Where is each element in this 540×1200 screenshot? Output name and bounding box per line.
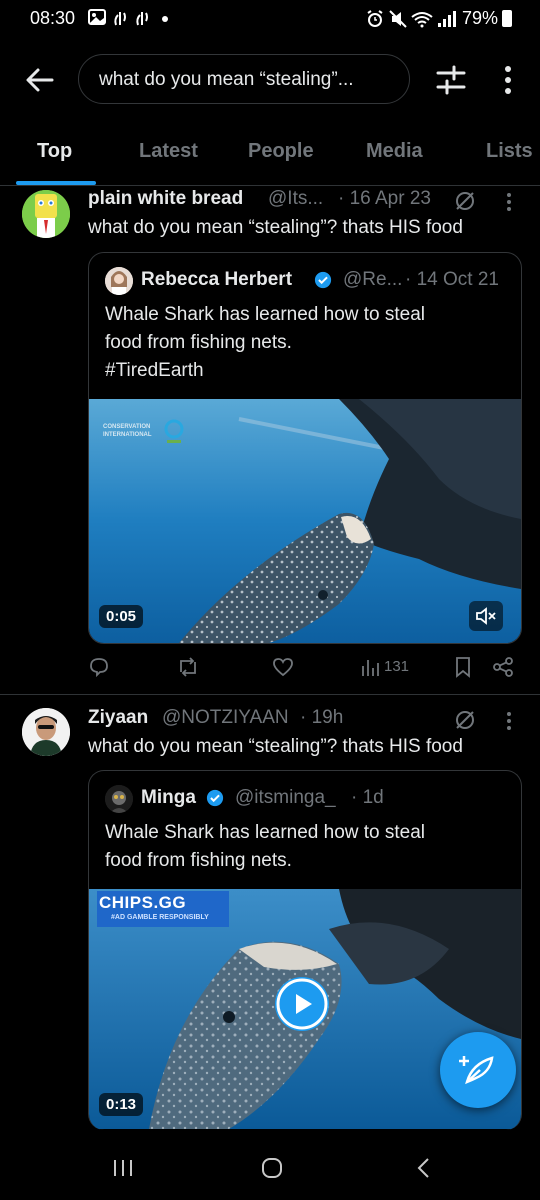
tweet-author-handle[interactable]: @Its...: [268, 188, 323, 210]
retweet-button[interactable]: [176, 656, 200, 682]
more-vertical-icon: [507, 193, 511, 211]
tweet-date[interactable]: · 16 Apr 23: [338, 188, 431, 210]
tab-divider: [0, 185, 540, 186]
quote-avatar: [105, 785, 133, 813]
avatar[interactable]: [22, 708, 70, 756]
quote-text-line: food from fishing nets.: [105, 850, 292, 871]
quote-avatar: [105, 267, 133, 295]
sponsor-disclaimer: #AD GAMBLE RESPONSIBLY: [111, 914, 209, 921]
tweet-divider: [0, 694, 540, 695]
bookmark-button[interactable]: [454, 656, 472, 682]
tab-lists[interactable]: Lists: [486, 140, 533, 163]
quote-author-name: Rebecca Herbert: [141, 269, 293, 290]
avatar[interactable]: [22, 190, 70, 238]
views-icon: [362, 660, 379, 676]
tab-top[interactable]: Top: [37, 140, 72, 163]
grok-icon[interactable]: [454, 190, 476, 217]
more-notifications-dot-icon: [162, 16, 168, 22]
views-count: 131: [384, 658, 410, 675]
tweet-author-handle[interactable]: @NOTZIYAAN: [162, 707, 289, 729]
tweet-text: what do you mean “stealing”? thats HIS f…: [88, 736, 463, 757]
like-button[interactable]: [272, 656, 294, 682]
avatar-image: [22, 190, 70, 238]
tweet-actions: 131: [88, 656, 522, 682]
more-options-button[interactable]: [500, 64, 516, 96]
recent-apps-button[interactable]: [112, 1158, 134, 1183]
status-bar: 08:30 79%: [0, 0, 540, 40]
system-back-button[interactable]: [414, 1156, 434, 1185]
grok-icon[interactable]: [454, 709, 476, 736]
quote-text-line: Whale Shark has learned how to steal: [105, 304, 426, 325]
home-button[interactable]: [260, 1156, 284, 1185]
notification-icon: [112, 9, 156, 31]
compose-button[interactable]: [440, 1032, 516, 1108]
quote-text-line: Whale Shark has learned how to steal: [105, 822, 426, 843]
play-icon: [276, 978, 328, 1030]
like-icon: [273, 658, 293, 677]
tweet-date[interactable]: · 19h: [300, 707, 343, 729]
battery-percent: 79%: [461, 8, 498, 28]
verified-badge-icon: [206, 789, 224, 812]
quote-author-handle: @itsminga_: [235, 787, 336, 808]
search-filter-button[interactable]: [434, 64, 468, 96]
mute-button[interactable]: [469, 601, 503, 631]
home-icon: [262, 1158, 282, 1178]
quote-date: · 1d: [351, 787, 384, 808]
gallery-notification-icon: [88, 9, 106, 29]
quote-text: Whale Shark has learned how to steal foo…: [105, 301, 425, 385]
quote-author-name: Minga: [141, 787, 196, 808]
retweet-icon: [180, 657, 196, 677]
filter-icon: [436, 65, 466, 95]
share-button[interactable]: [492, 656, 514, 682]
bookmark-icon: [456, 657, 470, 678]
more-vertical-icon: [507, 712, 511, 730]
share-icon: [493, 657, 513, 677]
quote-tweet-card[interactable]: Rebecca Herbert @Re... · 14 Oct 21 Whale…: [88, 252, 522, 644]
recent-apps-icon: [114, 1160, 132, 1176]
back-arrow-icon: [26, 68, 54, 92]
quote-date: · 14 Oct 21: [405, 269, 499, 290]
quote-text-line: food from fishing nets.: [105, 332, 292, 353]
quote-text: Whale Shark has learned how to steal foo…: [105, 819, 425, 875]
tab-media[interactable]: Media: [366, 140, 423, 163]
battery-icon: [502, 10, 512, 27]
back-button[interactable]: [22, 64, 58, 96]
tweet-author-name[interactable]: Ziyaan: [88, 707, 148, 729]
search-input[interactable]: [97, 67, 391, 93]
play-button[interactable]: [275, 977, 329, 1031]
status-time: 08:30: [30, 8, 76, 28]
tweet-author-name[interactable]: plain white bread: [88, 188, 243, 210]
watermark-line: CONSERVATION: [103, 424, 151, 430]
views-button[interactable]: [360, 656, 380, 682]
tab-people[interactable]: People: [248, 140, 314, 163]
status-icons: [366, 9, 462, 33]
search-box[interactable]: [78, 54, 410, 104]
video-duration: 0:05: [99, 605, 144, 628]
sponsor-brand: CHIPS.GG: [99, 893, 187, 912]
video-duration: 0:13: [99, 1093, 144, 1116]
video-player[interactable]: CONSERVATION INTERNATIONAL 0:05: [89, 399, 521, 643]
system-navigation-bar: [0, 1130, 540, 1200]
compose-icon: [459, 1056, 494, 1085]
tweet-more-button[interactable]: [505, 711, 513, 736]
whale-shark-video-thumbnail: [89, 399, 521, 643]
reply-button[interactable]: [88, 656, 110, 682]
verified-badge-icon: [314, 271, 332, 294]
more-vertical-icon: [505, 66, 511, 94]
mute-icon: [476, 607, 496, 625]
system-back-icon: [417, 1158, 429, 1178]
tweet-more-button[interactable]: [505, 192, 513, 217]
tab-latest[interactable]: Latest: [139, 140, 198, 163]
video-watermark: CONSERVATION INTERNATIONAL: [103, 423, 152, 439]
watermark-line: INTERNATIONAL: [103, 432, 152, 438]
quote-author-handle: @Re...: [343, 269, 403, 290]
avatar-image: [22, 708, 70, 756]
reply-icon: [90, 658, 108, 678]
quote-hashtag[interactable]: #TiredEarth: [105, 357, 425, 385]
tweet-text: what do you mean “stealing”? thats HIS f…: [88, 217, 463, 238]
